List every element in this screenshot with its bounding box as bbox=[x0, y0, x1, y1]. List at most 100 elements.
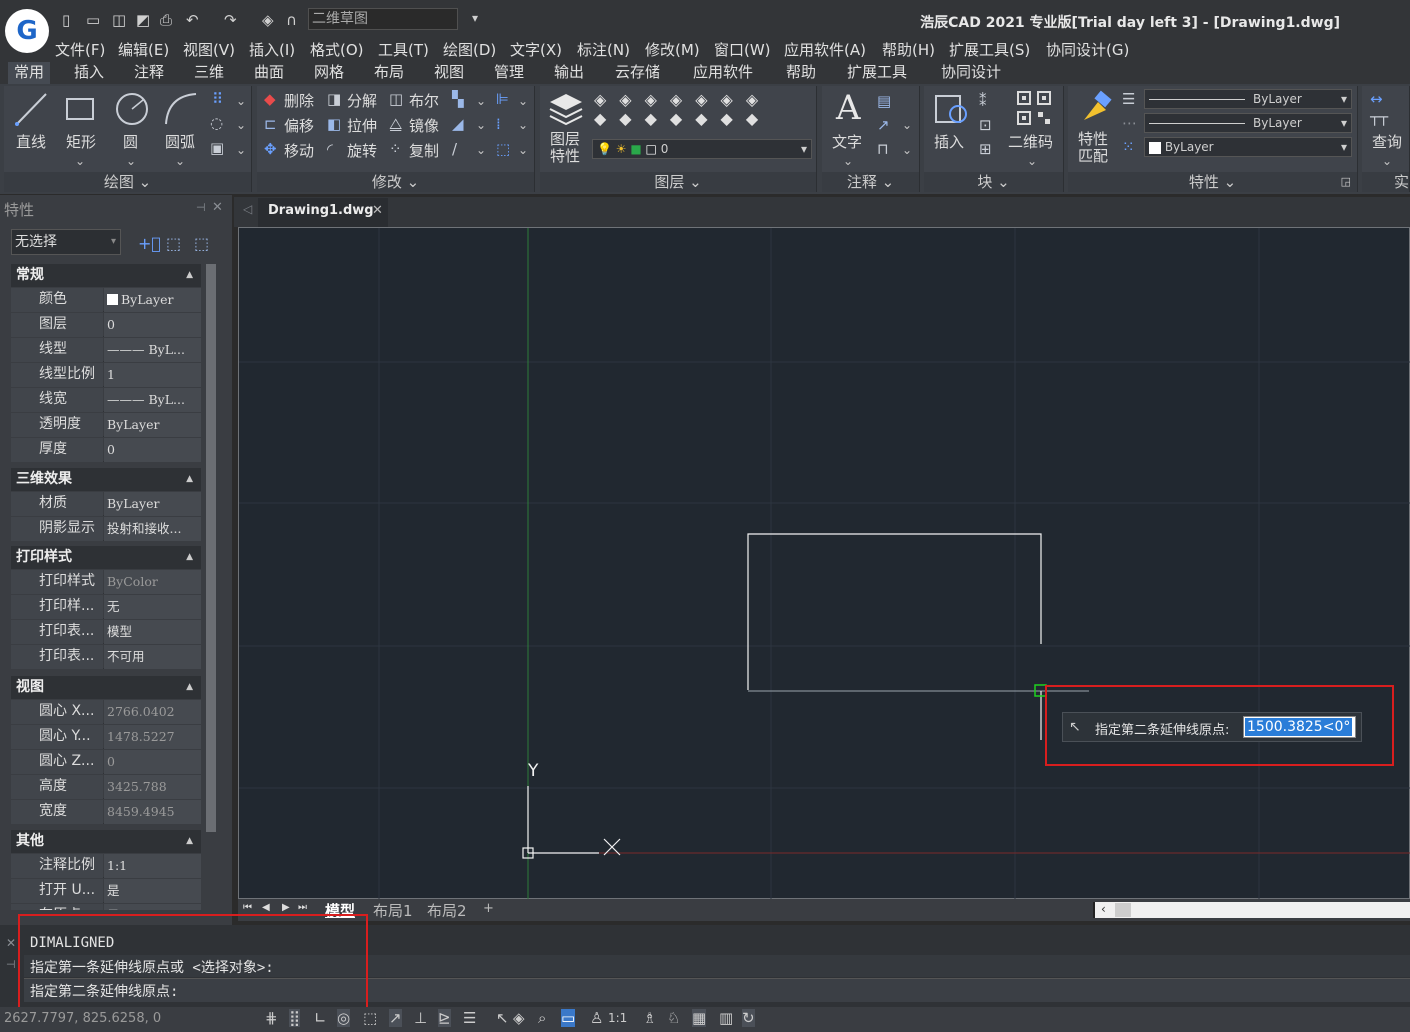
scrollbar-thumb[interactable] bbox=[1115, 903, 1131, 917]
lineweight-toggle-icon[interactable]: ☰ bbox=[463, 1009, 476, 1027]
chevron-down-icon[interactable]: ⌄ bbox=[518, 143, 528, 157]
tab-collab[interactable]: 协同设计 bbox=[935, 62, 1007, 84]
chevron-down-icon[interactable]: ⌄ bbox=[476, 143, 486, 157]
property-row[interactable]: 厚度 0 bbox=[11, 438, 201, 462]
select-objects-icon[interactable]: ⬚ bbox=[166, 234, 181, 253]
arc-label[interactable]: 圆弧 bbox=[165, 131, 195, 152]
property-row[interactable]: 宽度 8459.4945 bbox=[11, 800, 201, 824]
chevron-down-icon[interactable]: ⌄ bbox=[476, 94, 486, 108]
menu-apps[interactable]: 应用软件(A) bbox=[784, 39, 866, 60]
copy-label[interactable]: 复制 bbox=[409, 140, 439, 161]
insert-label[interactable]: 插入 bbox=[934, 131, 964, 152]
match-properties-label-line2[interactable]: 匹配 bbox=[1078, 148, 1108, 164]
stretch-icon[interactable]: ◧ bbox=[327, 115, 341, 133]
collapse-icon[interactable]: ▲ bbox=[186, 468, 193, 490]
zoom-icon[interactable]: ⌕ bbox=[538, 1009, 546, 1027]
add-layout-tab[interactable]: + bbox=[483, 901, 494, 916]
tab-output[interactable]: 输出 bbox=[548, 62, 590, 84]
tab-scroll-left-icon[interactable]: ◁ bbox=[243, 202, 252, 216]
redo-icon[interactable]: ↷ bbox=[224, 11, 237, 29]
property-row[interactable]: 颜色 ByLayer bbox=[11, 288, 201, 312]
chevron-down-icon[interactable]: ⌄ bbox=[236, 94, 246, 108]
property-row[interactable]: 打印表... 不可用 bbox=[11, 645, 201, 669]
line-label[interactable]: 直线 bbox=[16, 131, 46, 152]
prev-layout-icon[interactable]: ◀ bbox=[262, 902, 270, 913]
tab-layout1[interactable]: 布局1 bbox=[373, 900, 413, 921]
layer-properties-label-line2[interactable]: 特性 bbox=[550, 148, 580, 164]
arc-icon[interactable] bbox=[162, 90, 200, 128]
menu-tools[interactable]: 工具(T) bbox=[378, 39, 429, 60]
align-icon[interactable]: ⊫ bbox=[496, 90, 509, 108]
last-layout-icon[interactable]: ⏭ bbox=[298, 902, 307, 913]
polyline-icon[interactable]: ⠿ bbox=[212, 90, 223, 108]
layer-tools-grid[interactable]: ◈◈◈◈◈◈◈ ◆◆◆◆◆◆◆ bbox=[594, 90, 806, 134]
property-row[interactable]: 圆心 X... 2766.0402 bbox=[11, 700, 201, 724]
offset-icon[interactable]: ⊏ bbox=[264, 115, 277, 133]
chevron-down-icon[interactable]: ⌄ bbox=[518, 94, 528, 108]
measure-icon[interactable]: ↔ bbox=[1370, 90, 1383, 108]
annotation-panel-footer[interactable]: 注释 ⌄ bbox=[822, 172, 919, 192]
isodraft-icon[interactable]: ⬚ bbox=[363, 1009, 377, 1027]
tab-layout2[interactable]: 布局2 bbox=[427, 900, 467, 921]
menu-insert[interactable]: 插入(I) bbox=[249, 39, 295, 60]
snap-grid-icon[interactable]: ⣿ bbox=[289, 1009, 300, 1027]
trim-icon[interactable]: / bbox=[452, 140, 457, 158]
scroll-left-icon[interactable]: ‹ bbox=[1101, 902, 1106, 916]
refresh-icon[interactable]: ↻ bbox=[742, 1009, 755, 1027]
explode-label[interactable]: 分解 bbox=[347, 90, 377, 111]
erase-label[interactable]: 删除 bbox=[284, 90, 314, 111]
layer-properties-label-line1[interactable]: 图层 bbox=[550, 131, 580, 147]
layer-panel-footer[interactable]: 图层 ⌄ bbox=[540, 172, 816, 192]
print-icon[interactable]: ⎙ bbox=[160, 11, 172, 29]
toggle-pickadd-icon[interactable]: +⃞ bbox=[138, 234, 161, 253]
tab-insert[interactable]: 插入 bbox=[68, 62, 110, 84]
collapse-icon[interactable]: ▲ bbox=[186, 676, 193, 698]
array-icon[interactable]: ▚ bbox=[452, 90, 464, 108]
draw-panel-footer[interactable]: 绘图 ⌄ bbox=[4, 172, 251, 192]
tab-ext-tools[interactable]: 扩展工具 bbox=[841, 62, 913, 84]
property-row[interactable]: 打开 U... 是 bbox=[11, 879, 201, 903]
color-icon[interactable]: ⁙ bbox=[1122, 138, 1135, 156]
break-icon[interactable]: ⁞ bbox=[496, 115, 501, 133]
property-row[interactable]: 图层 0 bbox=[11, 313, 201, 337]
palette-scrollbar[interactable] bbox=[206, 264, 216, 832]
property-row[interactable]: 线型比例 1 bbox=[11, 363, 201, 387]
collapse-icon[interactable]: ▲ bbox=[186, 830, 193, 852]
menu-modify[interactable]: 修改(M) bbox=[645, 39, 700, 60]
section-3d-effects-header[interactable]: 三维效果 ▲ bbox=[11, 468, 201, 491]
undo-icon[interactable]: ↶ bbox=[186, 11, 199, 29]
layer-properties-icon[interactable] bbox=[546, 90, 586, 126]
object-snap-tracking-icon[interactable]: ↗ bbox=[389, 1009, 402, 1027]
dynamic-ucs-icon[interactable]: ⊵ bbox=[438, 1009, 451, 1027]
lineweight-icon[interactable]: ☰ bbox=[1122, 90, 1135, 108]
tab-layout[interactable]: 布局 bbox=[368, 62, 410, 84]
menu-view[interactable]: 视图(V) bbox=[183, 39, 235, 60]
mirror-label[interactable]: 镜像 bbox=[409, 115, 439, 136]
workspace-select[interactable]: 二维草图 bbox=[308, 8, 458, 30]
save-as-icon[interactable]: ◩ bbox=[136, 11, 150, 29]
selection-dropdown[interactable]: 无选择 ▾ bbox=[11, 229, 121, 255]
explode-icon[interactable]: ◨ bbox=[327, 90, 341, 108]
chevron-down-icon[interactable]: ⌄ bbox=[518, 118, 528, 132]
fillet-icon[interactable]: ◢ bbox=[452, 115, 464, 133]
property-row[interactable]: 高度 3425.788 bbox=[11, 775, 201, 799]
selection-cycling-icon[interactable]: ↖ bbox=[496, 1009, 509, 1027]
qrcode-dropdown-icon[interactable]: ⌄ bbox=[1027, 154, 1037, 168]
layers-icon[interactable]: ◈ bbox=[262, 11, 274, 29]
tab-help[interactable]: 帮助 bbox=[780, 62, 822, 84]
dimension-icon[interactable]: ⊓ bbox=[877, 140, 889, 158]
property-row[interactable]: 材质 ByLayer bbox=[11, 492, 201, 516]
circle-dropdown-icon[interactable]: ⌄ bbox=[126, 154, 136, 168]
tab-3d[interactable]: 三维 bbox=[188, 62, 230, 84]
section-general-header[interactable]: 常规 ▲ bbox=[11, 264, 201, 287]
text-icon[interactable]: A bbox=[836, 88, 861, 128]
move-icon[interactable]: ✥ bbox=[264, 140, 277, 158]
collapse-icon[interactable]: ▲ bbox=[186, 546, 193, 568]
customize-qat-icon[interactable]: ▾ bbox=[472, 11, 478, 25]
linetype-icon[interactable]: ⋯ bbox=[1122, 114, 1137, 132]
circle-icon[interactable] bbox=[113, 90, 151, 128]
chevron-down-icon[interactable]: ⌄ bbox=[902, 118, 912, 132]
boolean-icon[interactable]: ◫ bbox=[389, 90, 403, 108]
utilities-panel-footer[interactable]: 实 bbox=[1362, 172, 1409, 192]
lineweight-dropdown[interactable]: ByLayer ▾ bbox=[1144, 89, 1352, 109]
